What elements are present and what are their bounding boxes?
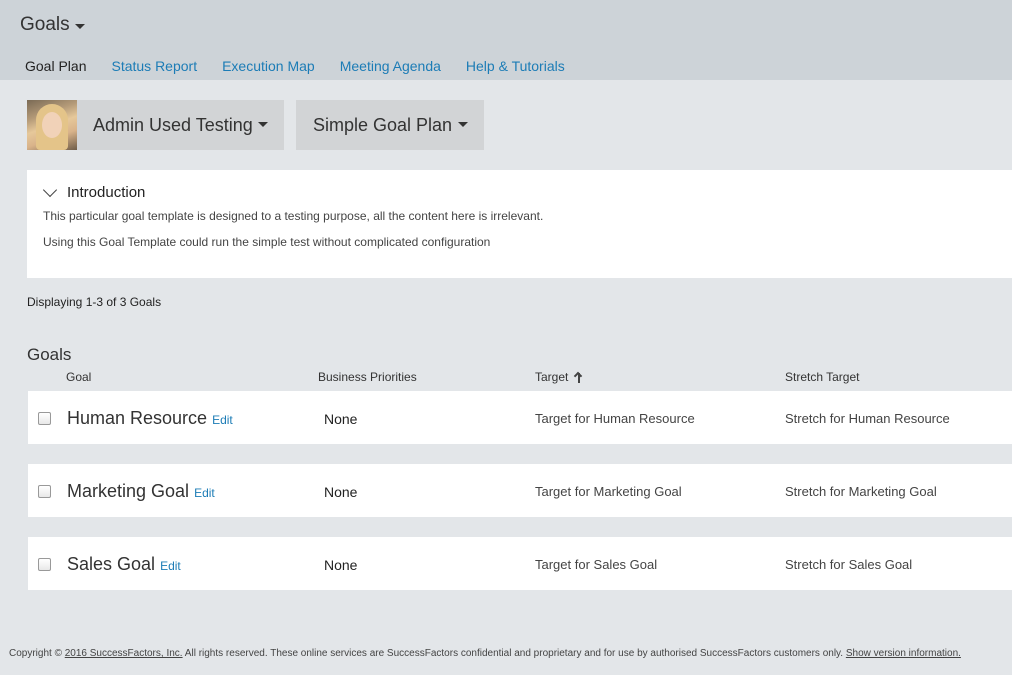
module-switcher[interactable]: Goals xyxy=(20,14,85,36)
company-link[interactable]: 2016 SuccessFactors, Inc. xyxy=(65,648,183,659)
business-priorities-cell: None xyxy=(324,411,358,427)
row-checkbox[interactable] xyxy=(38,558,51,571)
introduction-text: Using this Goal Template could run the s… xyxy=(43,235,491,249)
table-row: Marketing Goal Edit None Target for Marke… xyxy=(28,464,1012,517)
footer-text: All rights reserved. These online servic… xyxy=(182,648,846,659)
caret-down-icon xyxy=(458,122,468,127)
target-cell: Target for Marketing Goal xyxy=(535,484,682,499)
introduction-toggle[interactable]: Introduction xyxy=(42,182,146,201)
goal-count: Displaying 1-3 of 3 Goals xyxy=(27,295,162,309)
target-cell: Target for Sales Goal xyxy=(535,557,658,572)
table-row: Human Resource Edit None Target for Human… xyxy=(28,391,1012,444)
column-header-goal: Goal xyxy=(66,370,92,384)
caret-down-icon xyxy=(74,23,85,29)
column-header-business-priorities: Business Priorities xyxy=(318,370,417,384)
introduction-text: This particular goal template is designe… xyxy=(43,209,544,223)
section-title: Goals xyxy=(27,345,72,364)
goal-name-cell: Human Resource Edit xyxy=(67,408,233,429)
chevron-down-icon xyxy=(42,182,58,197)
stretch-target-cell: Stretch for Sales Goal xyxy=(785,557,913,572)
footer: Copyright © 2016 SuccessFactors, Inc. Al… xyxy=(9,648,961,659)
business-priorities-cell: None xyxy=(324,557,358,573)
goal-plan-name: Simple Goal Plan xyxy=(313,114,453,135)
version-info-link[interactable]: Show version information. xyxy=(846,648,961,659)
introduction-panel: Introduction This particular goal templa… xyxy=(27,170,1012,278)
user-selector[interactable]: Admin Used Testing xyxy=(27,100,284,150)
tab-goal-plan[interactable]: Goal Plan xyxy=(25,58,86,74)
goal-name-cell: Marketing Goal Edit xyxy=(67,481,215,502)
footer-copyright-prefix: Copyright © xyxy=(9,648,65,659)
column-header-target-label: Target xyxy=(535,370,569,384)
tab-status-report[interactable]: Status Report xyxy=(111,58,197,74)
sort-ascending-icon xyxy=(573,371,585,383)
goal-plan-selector[interactable]: Simple Goal Plan xyxy=(296,100,484,150)
goal-name: Sales Goal xyxy=(67,554,156,574)
goal-name: Marketing Goal xyxy=(67,481,190,501)
user-name: Admin Used Testing xyxy=(93,114,253,135)
tab-help-tutorials[interactable]: Help & Tutorials xyxy=(466,58,565,74)
stretch-target-cell: Stretch for Human Resource xyxy=(785,411,950,426)
tab-bar: Goal Plan Status Report Execution Map Me… xyxy=(25,58,590,74)
edit-link[interactable]: Edit xyxy=(160,559,181,573)
table-row: Sales Goal Edit None Target for Sales Goa… xyxy=(28,537,1012,590)
avatar xyxy=(27,100,77,150)
stretch-target-cell: Stretch for Marketing Goal xyxy=(785,484,937,499)
row-checkbox[interactable] xyxy=(38,412,51,425)
introduction-title: Introduction xyxy=(67,184,146,201)
tab-meeting-agenda[interactable]: Meeting Agenda xyxy=(340,58,441,74)
module-title: Goals xyxy=(20,14,70,35)
edit-link[interactable]: Edit xyxy=(212,413,233,427)
goal-name-cell: Sales Goal Edit xyxy=(67,554,181,575)
caret-down-icon xyxy=(258,122,268,127)
column-header-target[interactable]: Target xyxy=(535,370,585,384)
top-header: Goals Goal Plan Status Report Execution … xyxy=(0,0,1012,80)
tab-execution-map[interactable]: Execution Map xyxy=(222,58,315,74)
goal-name: Human Resource xyxy=(67,408,208,428)
column-header-stretch-target: Stretch Target xyxy=(785,370,860,384)
edit-link[interactable]: Edit xyxy=(194,486,215,500)
target-cell: Target for Human Resource xyxy=(535,411,695,426)
business-priorities-cell: None xyxy=(324,484,358,500)
row-checkbox[interactable] xyxy=(38,485,51,498)
